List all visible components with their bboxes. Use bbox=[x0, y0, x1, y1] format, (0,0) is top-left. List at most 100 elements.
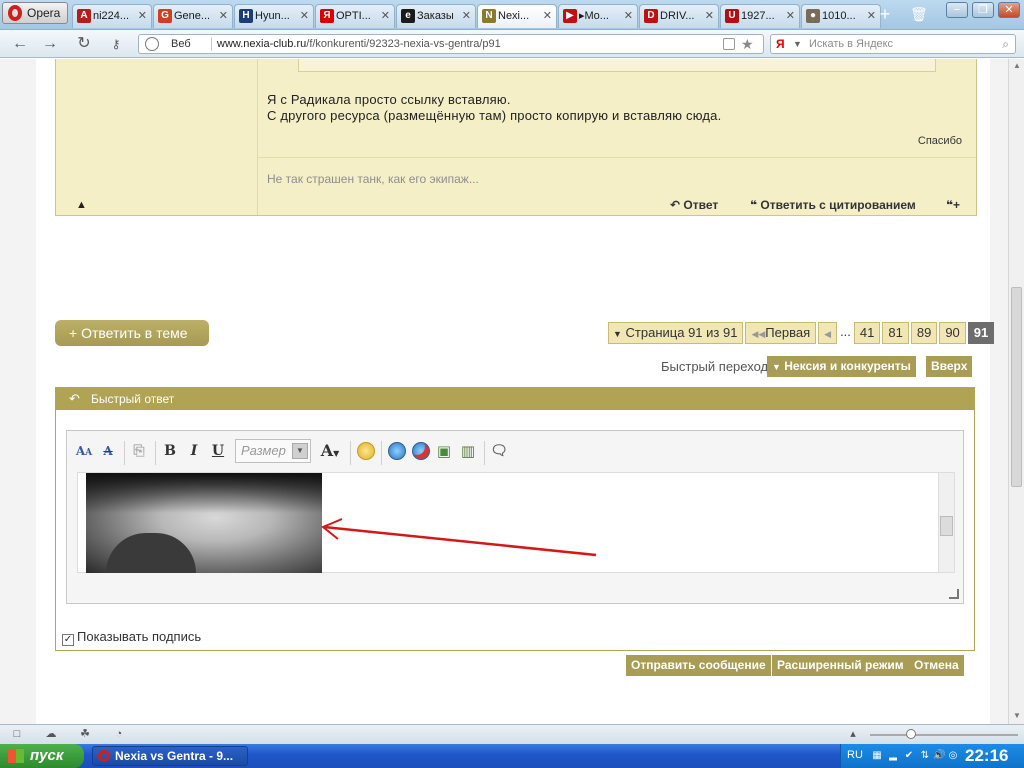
report-warning-icon[interactable]: ▲ bbox=[76, 199, 87, 211]
close-tab-icon[interactable]: ✕ bbox=[462, 5, 471, 27]
tab-favicon-icon: G bbox=[158, 9, 172, 23]
browser-tab[interactable]: U 1927... ✕ bbox=[720, 4, 800, 28]
browser-tab[interactable]: e Заказы ✕ bbox=[396, 4, 476, 28]
key-icon[interactable]: ⚷ bbox=[104, 34, 128, 54]
quote-bubble-icon[interactable]: 🗨 bbox=[488, 439, 510, 463]
remove-link-icon[interactable] bbox=[412, 442, 430, 460]
font-size-select[interactable]: Размер ▼ bbox=[235, 439, 311, 463]
network-icon[interactable]: ▦ bbox=[871, 750, 883, 762]
signal-icon[interactable]: ▂ bbox=[887, 750, 899, 762]
to-top-button[interactable]: Вверх bbox=[926, 356, 973, 377]
font-style-icon[interactable]: AA bbox=[73, 439, 95, 463]
forum-jump-button[interactable]: ▼ Нексия и конкуренты bbox=[767, 356, 916, 377]
close-tab-icon[interactable]: ✕ bbox=[624, 5, 633, 27]
address-bar[interactable]: Веб www.nexia-club.ru/f/konkurenti/92323… bbox=[138, 34, 764, 54]
browser-tab[interactable]: ▶ ▸Mo... ✕ bbox=[558, 4, 638, 28]
paste-icon[interactable]: ⎘ bbox=[128, 439, 150, 463]
insert-video-icon[interactable]: ▥ bbox=[457, 439, 479, 463]
close-tab-icon[interactable]: ✕ bbox=[543, 5, 552, 27]
language-indicator[interactable]: RU bbox=[847, 749, 863, 761]
quote-reply-button[interactable]: ❝ Ответить с цитированием bbox=[750, 198, 916, 212]
trash-icon[interactable]: 🗑 bbox=[910, 6, 928, 24]
editor-scrollbar-thumb[interactable] bbox=[940, 516, 953, 536]
unite-icon[interactable]: ☘ bbox=[78, 728, 92, 740]
tray-app-icon[interactable]: ◎ bbox=[947, 750, 959, 762]
page-link[interactable]: 90 bbox=[939, 322, 966, 344]
browser-tab[interactable]: Ani224... ✕ bbox=[72, 4, 152, 28]
sync-icon[interactable]: ⇅ bbox=[919, 750, 931, 762]
page-link[interactable]: 89 bbox=[910, 322, 938, 344]
browser-tab[interactable]: Я OPTI... ✕ bbox=[315, 4, 395, 28]
page-scrollbar[interactable]: ▲ ▼ bbox=[1008, 59, 1024, 724]
view-options-icon[interactable]: ▴ bbox=[846, 728, 860, 740]
new-tab-button[interactable]: + bbox=[876, 5, 894, 24]
font-size-placeholder: Размер bbox=[241, 443, 286, 458]
close-tab-icon[interactable]: ✕ bbox=[381, 5, 390, 27]
underline-icon[interactable]: U bbox=[207, 439, 229, 463]
reload-icon[interactable]: ↻ bbox=[74, 34, 94, 54]
address-url[interactable]: www.nexia-club.ru/f/konkurenti/92323-nex… bbox=[217, 35, 501, 53]
insert-image-icon[interactable]: ▣ bbox=[433, 439, 455, 463]
scroll-down-icon[interactable]: ▼ bbox=[1012, 711, 1022, 720]
multiquote-icon[interactable]: ❝+ bbox=[946, 198, 960, 212]
search-field[interactable]: Я ▼ Искать в Яндекс ⌕ bbox=[770, 34, 1016, 54]
close-tab-icon[interactable]: ✕ bbox=[867, 5, 876, 27]
browser-tab[interactable]: N Nexi... ✕ bbox=[477, 4, 557, 28]
close-tab-icon[interactable]: ✕ bbox=[786, 5, 795, 27]
page-link[interactable]: 41 bbox=[853, 322, 881, 344]
page-scrollbar-thumb[interactable] bbox=[1011, 287, 1022, 487]
turbo-icon[interactable]: ◔ bbox=[112, 728, 126, 740]
scroll-up-icon[interactable]: ▲ bbox=[1012, 61, 1022, 70]
restore-button[interactable]: ❐ bbox=[972, 2, 994, 18]
first-page-button[interactable]: ◀◀Первая bbox=[745, 322, 817, 344]
thanks-link[interactable]: Спасибо bbox=[918, 135, 962, 147]
bookmark-star-icon[interactable]: ★ bbox=[741, 35, 754, 53]
italic-icon[interactable]: I bbox=[183, 439, 205, 463]
close-tab-icon[interactable]: ✕ bbox=[219, 5, 228, 27]
smiley-icon[interactable] bbox=[357, 442, 375, 460]
double-left-icon: ◀◀ bbox=[751, 329, 766, 339]
submit-message-button[interactable]: Отправить сообщение bbox=[626, 655, 771, 676]
reply-in-topic-button[interactable]: + Ответить в теме bbox=[55, 320, 209, 346]
browser-tab[interactable]: H Hyun... ✕ bbox=[234, 4, 314, 28]
zoom-slider[interactable] bbox=[870, 729, 1018, 739]
browser-tab[interactable]: G Gene... ✕ bbox=[153, 4, 233, 28]
taskbar-window-button[interactable]: Nexia vs Gentra - 9... bbox=[92, 746, 248, 766]
font-color-icon[interactable]: A▼ bbox=[315, 439, 345, 463]
zoom-slider-knob[interactable] bbox=[906, 729, 916, 739]
page-info-dropdown[interactable]: ▼ Страница 91 из 91 bbox=[608, 322, 744, 344]
editor-scrollbar[interactable] bbox=[938, 473, 954, 572]
bold-icon[interactable]: B bbox=[159, 439, 181, 463]
close-tab-icon[interactable]: ✕ bbox=[300, 5, 309, 27]
resize-handle-icon[interactable] bbox=[949, 589, 959, 599]
reply-button[interactable]: ↶ Ответ bbox=[670, 198, 718, 212]
shield-icon[interactable]: ✔ bbox=[903, 750, 915, 762]
remove-format-icon[interactable]: A bbox=[97, 439, 119, 463]
search-icon[interactable]: ⌕ bbox=[1002, 35, 1009, 53]
browser-tab[interactable]: ● 1010... ✕ bbox=[801, 4, 881, 28]
insert-link-icon[interactable] bbox=[388, 442, 406, 460]
close-window-button[interactable]: ✕ bbox=[998, 2, 1020, 18]
close-tab-icon[interactable]: ✕ bbox=[138, 5, 147, 27]
page-viewport: Я с Радикала просто ссылку вставляю. С д… bbox=[0, 59, 1008, 724]
message-textarea[interactable] bbox=[77, 472, 955, 573]
browser-tab[interactable]: D DRIV... ✕ bbox=[639, 4, 719, 28]
show-signature-checkbox[interactable]: ✓ bbox=[62, 634, 74, 646]
volume-icon[interactable]: 🔊 bbox=[933, 750, 945, 762]
forward-icon[interactable]: → bbox=[40, 34, 60, 54]
opera-menu-button[interactable]: Opera bbox=[2, 2, 68, 24]
search-engine-dropdown-icon[interactable]: ▼ bbox=[793, 35, 802, 53]
cancel-button[interactable]: Отмена bbox=[909, 655, 964, 676]
page-link[interactable]: 81 bbox=[882, 322, 909, 344]
panel-toggle-icon[interactable]: □ bbox=[10, 728, 24, 740]
minimize-button[interactable]: − bbox=[946, 2, 968, 18]
rss-icon[interactable] bbox=[723, 38, 735, 50]
advanced-mode-button[interactable]: Расширенный режим bbox=[772, 655, 909, 676]
prev-page-button[interactable]: ◀ bbox=[818, 322, 838, 344]
show-signature-option[interactable]: ✓ Показывать подпись bbox=[62, 630, 201, 646]
close-tab-icon[interactable]: ✕ bbox=[705, 5, 714, 27]
start-button[interactable]: пуск bbox=[0, 744, 84, 768]
cloud-icon[interactable]: ☁ bbox=[44, 728, 58, 740]
back-icon[interactable]: ← bbox=[10, 34, 30, 54]
system-tray: RU ▦ ▂ ✔ ⇅ 🔊 ◎ 22:16 bbox=[840, 744, 1024, 768]
